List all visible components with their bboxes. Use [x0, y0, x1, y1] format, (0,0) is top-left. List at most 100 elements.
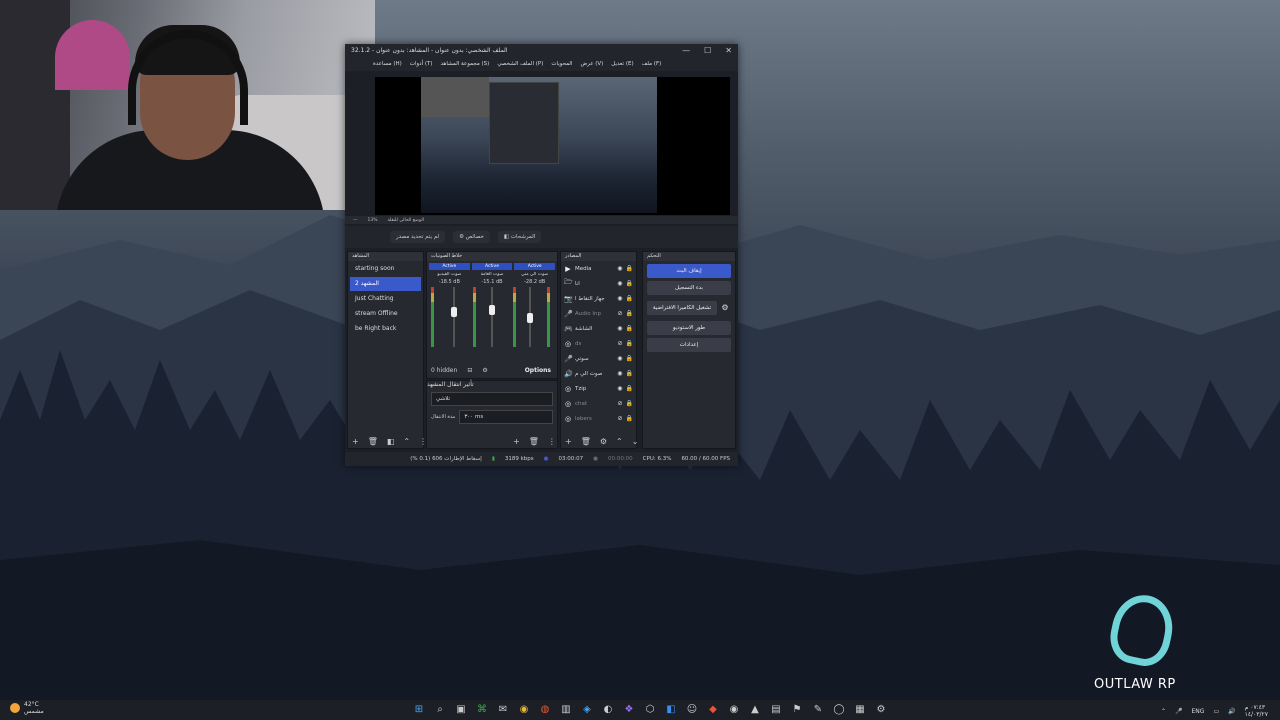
lock-icon[interactable]: 🔒	[626, 400, 633, 407]
volume-icon[interactable]: 🔊	[1228, 708, 1235, 715]
steam-icon[interactable]: ⚙	[874, 703, 888, 717]
stop-streaming-button[interactable]: إيقاف البث	[647, 264, 731, 278]
source-item[interactable]: 🔊 صوت الي م ◉ 🔒	[561, 366, 636, 381]
lock-icon[interactable]: 🔒	[626, 265, 633, 272]
settings-button[interactable]: إعدادات	[647, 338, 731, 352]
start-recording-button[interactable]: بدء التسجيل	[647, 281, 731, 295]
filters-button[interactable]: ◧ المرشحات	[497, 231, 542, 243]
eye-icon[interactable]: ◉	[617, 265, 622, 272]
layout-icon[interactable]: ⊟	[467, 367, 472, 374]
add-icon[interactable]: +	[352, 437, 359, 446]
lock-icon[interactable]: 🔒	[626, 415, 633, 422]
app-icon[interactable]: ◍	[538, 703, 552, 717]
scene-item[interactable]: starting soon	[350, 262, 421, 276]
app-icon[interactable]: ◈	[580, 703, 594, 717]
eye-icon[interactable]: ◉	[617, 370, 622, 377]
app-icon[interactable]: ▲	[748, 703, 762, 717]
trash-icon[interactable]: 🗑	[368, 437, 378, 446]
app-icon[interactable]: ⬡	[643, 703, 657, 717]
network-icon[interactable]: ▭	[1213, 708, 1219, 715]
app-icon[interactable]: ⌘	[475, 703, 489, 717]
source-item[interactable]: ◎ Tzip ◉ 🔒	[561, 381, 636, 396]
app-icon[interactable]: ◉	[727, 703, 741, 717]
menu-tools[interactable]: أدوات (T)	[410, 61, 433, 67]
scene-item[interactable]: Just Chatting	[350, 292, 421, 306]
strip-item[interactable]: —	[353, 218, 358, 223]
lock-icon[interactable]: 🔒	[626, 280, 633, 287]
lock-icon[interactable]: 🔒	[626, 385, 633, 392]
menu-docks[interactable]: المحويات	[551, 61, 572, 67]
source-item[interactable]: 🗁 انا ◉ 🔒	[561, 276, 636, 291]
source-item[interactable]: 📷 جهاز التقاط ا ◉ 🔒	[561, 291, 636, 306]
scene-item[interactable]: stream Offline	[350, 307, 421, 321]
eye-off-icon[interactable]: ⊘	[617, 340, 622, 347]
chevron-down-icon[interactable]: ⌄	[632, 437, 639, 446]
eye-icon[interactable]: ◉	[617, 280, 622, 287]
source-item[interactable]: ◎ chat ⊘ 🔒	[561, 396, 636, 411]
task-view-icon[interactable]: ▣	[454, 703, 468, 717]
trash-icon[interactable]: 🗑	[529, 437, 539, 446]
add-icon[interactable]: +	[513, 437, 520, 446]
menu-view[interactable]: عرض (V)	[581, 61, 604, 67]
lock-icon[interactable]: 🔒	[626, 295, 633, 302]
menu-help[interactable]: مساعدة (H)	[373, 61, 402, 67]
obs-icon[interactable]: ◐	[601, 703, 615, 717]
vscode-icon[interactable]: ◧	[664, 703, 678, 717]
source-item[interactable]: 🎤 سوتي ◉ 🔒	[561, 351, 636, 366]
properties-button[interactable]: ⚙ خصائص	[453, 231, 490, 243]
studio-mode-button[interactable]: طور الاستوديو	[647, 321, 731, 335]
language-indicator[interactable]: ENG	[1192, 708, 1205, 715]
lock-icon[interactable]: 🔒	[626, 355, 633, 362]
volume-fader-knob[interactable]	[451, 307, 457, 317]
weather-widget[interactable]: 42°C مشمس	[10, 701, 44, 715]
more-icon[interactable]: ⋮	[548, 437, 556, 446]
menu-file[interactable]: ملف (F)	[642, 61, 662, 67]
virtual-camera-button[interactable]: تشغيل الكاميرا الافتراضية	[647, 301, 717, 315]
preview-canvas[interactable]	[375, 77, 730, 215]
chevron-up-icon[interactable]: ⌃	[1161, 708, 1166, 715]
lock-icon[interactable]: 🔒	[626, 310, 633, 317]
app-icon[interactable]: ◯	[832, 703, 846, 717]
minimize-icon[interactable]: —	[682, 46, 690, 55]
mic-icon[interactable]: 🎤	[1175, 708, 1182, 715]
start-icon[interactable]: ⊞	[412, 703, 426, 717]
folder-icon[interactable]: ◉	[517, 703, 531, 717]
title-bar[interactable]: الملف الشخصي: بدون عنوان - المشاهد: بدون…	[345, 44, 738, 57]
app-icon[interactable]: ▥	[559, 703, 573, 717]
settings-icon[interactable]: ⚙	[482, 367, 487, 374]
gear-icon[interactable]: ⚙	[719, 301, 731, 315]
filter-icon[interactable]: ◧	[387, 437, 395, 446]
eye-icon[interactable]: ◉	[617, 325, 622, 332]
maximize-icon[interactable]: ☐	[704, 46, 711, 55]
transition-select[interactable]: تلاشي	[431, 392, 553, 406]
source-item[interactable]: 🎤 Audio Inp ⊘ 🔒	[561, 306, 636, 321]
eye-off-icon[interactable]: ⊘	[617, 310, 622, 317]
volume-fader-knob[interactable]	[527, 313, 533, 323]
scene-item[interactable]: be Right back	[350, 322, 421, 336]
clock[interactable]: ٠٧:٤٣ م ١٤/٠٣/٢٧	[1245, 704, 1268, 718]
trash-icon[interactable]: 🗑	[581, 437, 591, 446]
eye-icon[interactable]: ◉	[617, 385, 622, 392]
menu-profile[interactable]: الملف الشخصي (P)	[497, 61, 543, 67]
eye-off-icon[interactable]: ⊘	[617, 415, 622, 422]
source-item[interactable]: ▶ Media ◉ 🔒	[561, 261, 636, 276]
source-item[interactable]: ◎ ds ⊘ 🔒	[561, 336, 636, 351]
app-icon[interactable]: ⚑	[790, 703, 804, 717]
app-icon[interactable]: ✎	[811, 703, 825, 717]
eye-icon[interactable]: ◉	[617, 355, 622, 362]
app-icon[interactable]: ▦	[853, 703, 867, 717]
eye-off-icon[interactable]: ⊘	[617, 400, 622, 407]
app-icon[interactable]: ✉	[496, 703, 510, 717]
search-icon[interactable]: ⌕	[433, 703, 447, 717]
app-icon[interactable]: ❖	[622, 703, 636, 717]
scene-item-active[interactable]: المشهد 2	[350, 277, 421, 291]
options-button[interactable]: Options	[525, 367, 551, 374]
app-icon[interactable]: ☺	[685, 703, 699, 717]
lock-icon[interactable]: 🔒	[626, 325, 633, 332]
chevron-up-icon[interactable]: ⌃	[616, 437, 623, 446]
lock-icon[interactable]: 🔒	[626, 340, 633, 347]
close-icon[interactable]: ✕	[725, 46, 732, 55]
source-item[interactable]: ◎ labers ⊘ 🔒	[561, 411, 636, 426]
brave-icon[interactable]: ◆	[706, 703, 720, 717]
settings-icon[interactable]: ⚙	[600, 437, 607, 446]
